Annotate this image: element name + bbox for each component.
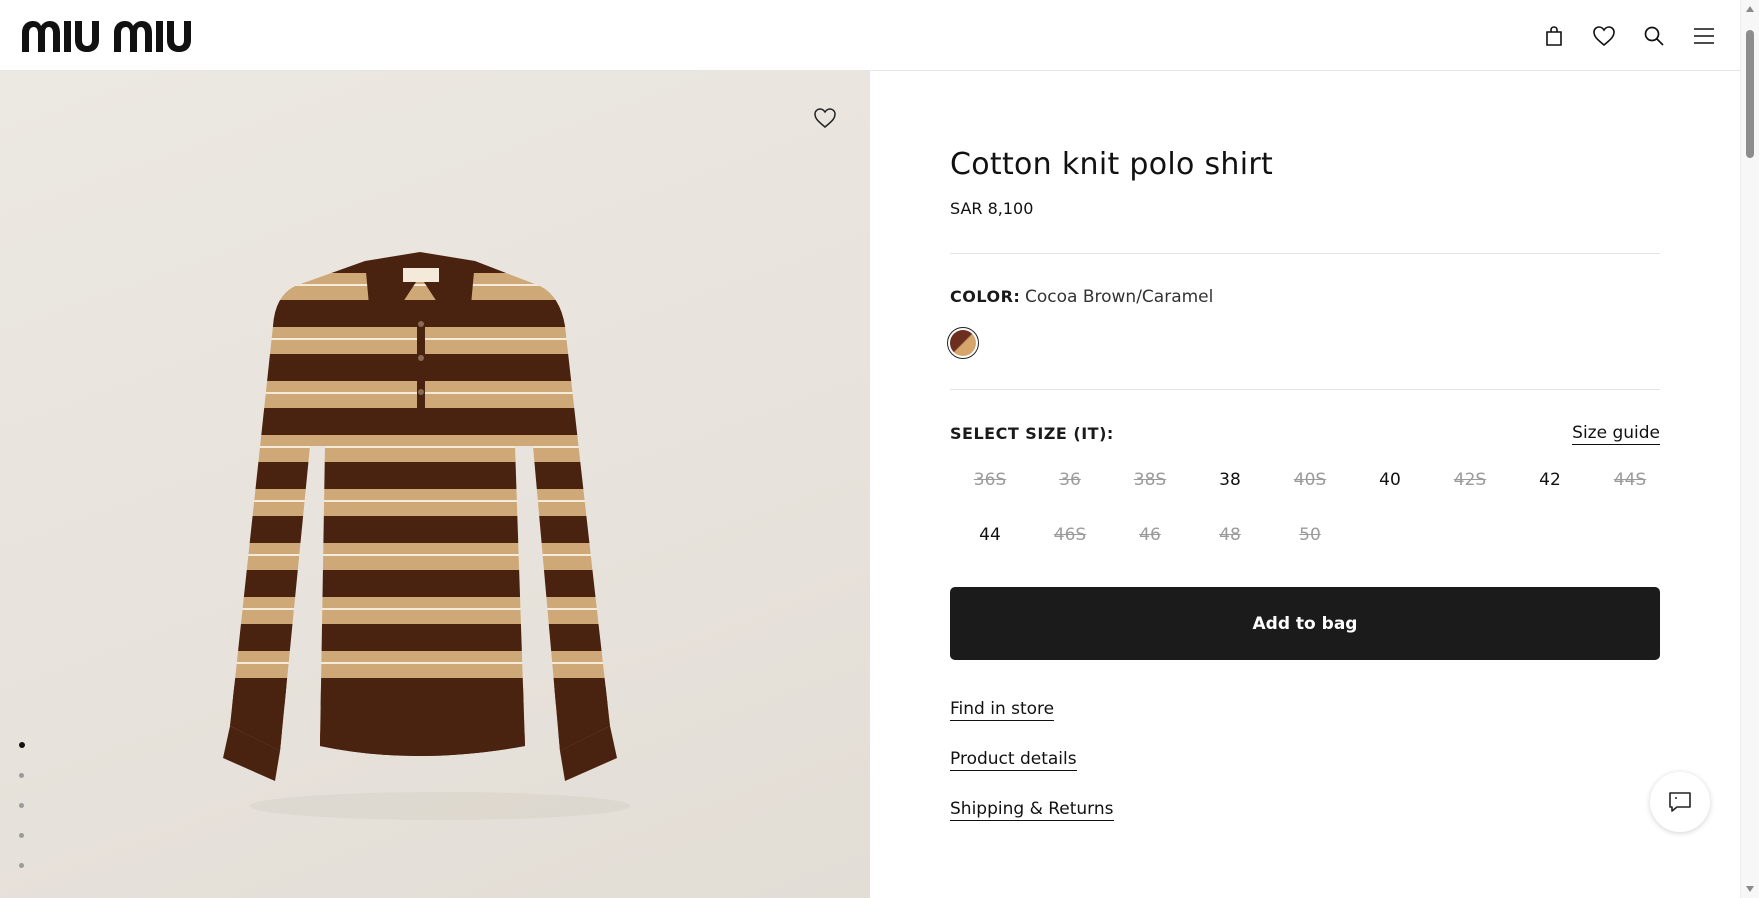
gallery-dot[interactable]	[19, 833, 24, 838]
page-scrollbar[interactable]	[1740, 0, 1759, 898]
scroll-thumb[interactable]	[1746, 30, 1754, 158]
size-option[interactable]: 44	[950, 517, 1030, 553]
size-option[interactable]: 38	[1190, 462, 1270, 498]
gallery-dot[interactable]	[19, 803, 24, 808]
size-selector: 36S 36 38S 38 40S 40 42S 42 44S 44 46S 4…	[950, 462, 1670, 553]
chat-icon	[1669, 792, 1691, 812]
color-value: Cocoa Brown/Caramel	[1025, 287, 1214, 307]
heart-icon[interactable]	[1590, 21, 1618, 51]
menu-icon[interactable]	[1690, 21, 1718, 51]
size-option[interactable]: 36S	[950, 462, 1030, 498]
gallery-dot[interactable]	[19, 863, 24, 868]
miu-miu-logo[interactable]	[22, 19, 208, 53]
header-icons	[1540, 21, 1718, 51]
gallery-dots	[19, 742, 25, 868]
site-header	[0, 0, 1740, 71]
color-label: COLOR:	[950, 287, 1021, 306]
add-to-bag-button[interactable]: Add to bag	[950, 587, 1660, 660]
size-guide-link[interactable]: Size guide	[1572, 423, 1660, 445]
product-gallery[interactable]	[0, 71, 870, 898]
search-icon[interactable]	[1640, 21, 1668, 51]
size-label: SELECT SIZE (IT):	[950, 424, 1114, 443]
gallery-dot[interactable]	[19, 742, 25, 748]
product-title: Cotton knit polo shirt	[950, 147, 1274, 182]
logo-mark	[22, 21, 191, 52]
size-option[interactable]: 46	[1110, 517, 1190, 553]
gallery-dot[interactable]	[19, 773, 24, 778]
product-details-link[interactable]: Product details	[950, 749, 1077, 771]
size-option[interactable]: 46S	[1030, 517, 1110, 553]
divider	[950, 253, 1660, 254]
find-in-store-link[interactable]: Find in store	[950, 699, 1055, 721]
chat-button[interactable]	[1650, 772, 1710, 832]
size-option[interactable]: 40S	[1270, 462, 1350, 498]
divider	[950, 389, 1660, 390]
size-option[interactable]: 44S	[1590, 462, 1670, 498]
color-swatch-fill	[950, 330, 976, 356]
size-option[interactable]: 38S	[1110, 462, 1190, 498]
scroll-up-arrow[interactable]	[1746, 6, 1754, 12]
size-option[interactable]: 50	[1270, 517, 1350, 553]
product-price: SAR 8,100	[950, 199, 1034, 218]
scroll-down-arrow[interactable]	[1746, 886, 1754, 892]
wishlist-heart-icon[interactable]	[812, 106, 838, 132]
shipping-returns-link[interactable]: Shipping & Returns	[950, 799, 1114, 821]
color-swatch[interactable]	[947, 327, 979, 359]
shopping-bag-icon[interactable]	[1540, 21, 1568, 51]
size-option[interactable]: 36	[1030, 462, 1110, 498]
size-option[interactable]: 48	[1190, 517, 1270, 553]
product-image	[215, 246, 665, 836]
size-option[interactable]: 42	[1510, 462, 1590, 498]
size-option[interactable]: 40	[1350, 462, 1430, 498]
size-option[interactable]: 42S	[1430, 462, 1510, 498]
